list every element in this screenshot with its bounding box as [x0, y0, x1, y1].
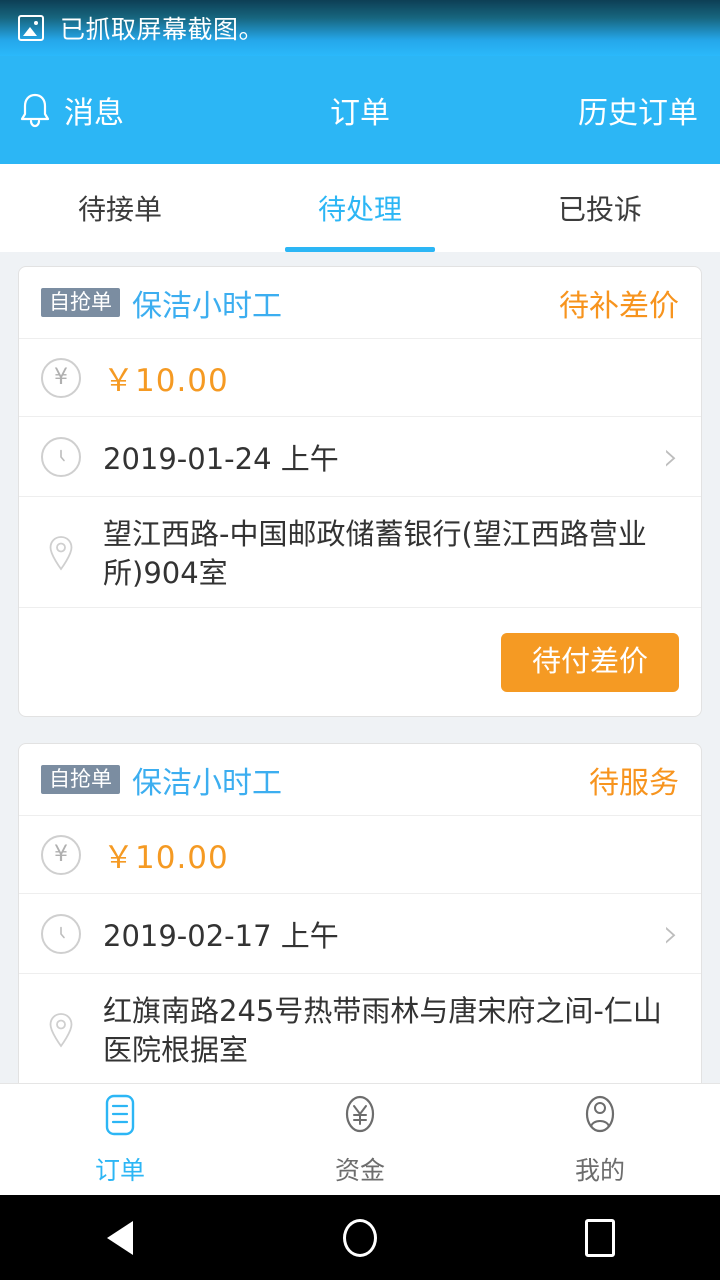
status-badge: 待服务 — [589, 765, 679, 801]
android-navigation-bar — [0, 1195, 720, 1280]
bottom-nav-label: 资金 — [334, 1155, 385, 1185]
order-date: 2019-02-17 上午 — [103, 918, 339, 953]
circle-home-icon — [343, 1218, 377, 1257]
yen-circle-icon: ¥ — [41, 357, 81, 398]
clock-icon — [41, 436, 81, 477]
order-address-row: 红旗南路245号热带雨林与唐宋府之间-仁山医院根据室 — [19, 974, 701, 1086]
order-service-name: 保洁小时工 — [132, 765, 282, 801]
order-card-header: 自抢单 保洁小时工 待补差价 — [19, 267, 701, 339]
order-address: 红旗南路245号热带雨林与唐宋府之间-仁山医院根据室 — [103, 994, 662, 1068]
tab-label: 待处理 — [317, 193, 402, 226]
android-recents-button[interactable] — [480, 1218, 720, 1257]
order-price: ￥10.00 — [103, 840, 229, 877]
messages-label: 消息 — [64, 96, 124, 131]
order-address: 望江西路-中国邮政储蓄银行(望江西路营业所)904室 — [103, 517, 647, 591]
status-badge: 待补差价 — [559, 288, 679, 324]
order-type-badge: 自抢单 — [41, 765, 120, 795]
tab-label: 待接单 — [77, 193, 162, 226]
order-list-icon — [100, 1093, 140, 1145]
tab-complained[interactable]: 已投诉 — [480, 164, 720, 252]
yen-circle-icon — [340, 1093, 380, 1145]
image-screenshot-icon — [18, 15, 44, 41]
tab-label: 已投诉 — [557, 193, 642, 226]
bottom-nav-profile[interactable]: 我的 — [480, 1084, 720, 1195]
user-circle-icon — [580, 1093, 620, 1145]
bottom-navigation: 订单 资金 我的 — [0, 1083, 720, 1195]
history-orders-button[interactable]: 历史订单 — [578, 88, 720, 132]
order-list[interactable]: 自抢单 保洁小时工 待补差价 ¥ ￥10.00 2019-01-24 上午 › — [0, 252, 720, 1168]
bell-icon — [18, 91, 52, 129]
messages-button[interactable]: 消息 — [0, 88, 250, 132]
map-pin-icon — [41, 531, 81, 577]
app-header: 消息 订单 历史订单 — [0, 56, 720, 164]
order-price-row: ¥ ￥10.00 — [19, 816, 701, 895]
square-recents-icon — [585, 1218, 615, 1257]
order-card[interactable]: 自抢单 保洁小时工 待补差价 ¥ ￥10.00 2019-01-24 上午 › — [18, 266, 702, 718]
chevron-right-icon[interactable]: › — [663, 437, 679, 477]
order-card-header: 自抢单 保洁小时工 待服务 — [19, 744, 701, 817]
order-type-badge: 自抢单 — [41, 288, 120, 317]
chevron-right-icon[interactable]: › — [663, 914, 679, 954]
triangle-back-icon — [107, 1220, 133, 1255]
order-tabs: 待接单 待处理 已投诉 — [0, 164, 720, 252]
map-pin-icon — [41, 1008, 81, 1054]
phone-screen: 已抓取屏幕截图。 消息 订单 历史订单 待接单 待处理 已投诉 自抢单 保洁小时… — [0, 0, 720, 1280]
bottom-nav-label: 我的 — [574, 1155, 625, 1185]
order-price-row: ¥ ￥10.00 — [19, 339, 701, 417]
tab-pending-accept[interactable]: 待接单 — [0, 164, 240, 252]
order-service-name: 保洁小时工 — [132, 288, 282, 324]
order-price: ￥10.00 — [103, 363, 229, 399]
pay-difference-button[interactable]: 待付差价 — [500, 632, 679, 692]
clock-icon — [41, 913, 81, 954]
android-home-button[interactable] — [240, 1218, 480, 1257]
yen-circle-icon: ¥ — [41, 834, 81, 875]
bottom-nav-funds[interactable]: 资金 — [240, 1084, 480, 1195]
order-date: 2019-01-24 上午 — [103, 441, 339, 476]
order-actions: 待付差价 — [19, 608, 701, 716]
order-date-row[interactable]: 2019-01-24 上午 › — [19, 417, 701, 497]
notification-bar: 已抓取屏幕截图。 — [0, 0, 720, 56]
order-date-row[interactable]: 2019-02-17 上午 › — [19, 894, 701, 975]
bottom-nav-orders[interactable]: 订单 — [0, 1084, 240, 1195]
android-back-button[interactable] — [0, 1220, 240, 1255]
bottom-nav-label: 订单 — [94, 1155, 145, 1185]
order-card[interactable]: 自抢单 保洁小时工 待服务 ¥ ￥10.00 2019-02-17 上午 › 红… — [18, 743, 702, 1133]
tab-pending-process[interactable]: 待处理 — [240, 164, 480, 252]
notification-text: 已抓取屏幕截图。 — [60, 15, 265, 44]
order-address-row: 望江西路-中国邮政储蓄银行(望江西路营业所)904室 — [19, 497, 701, 609]
